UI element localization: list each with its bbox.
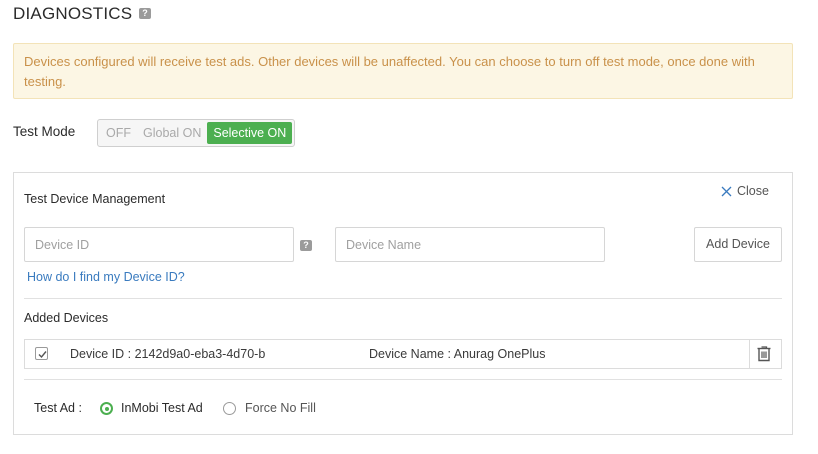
test-mode-option-selective-on[interactable]: Selective ON: [207, 122, 293, 144]
test-mode-label: Test Mode: [13, 124, 76, 139]
close-label: Close: [737, 184, 769, 198]
test-mode-option-global-on[interactable]: Global ON: [137, 122, 207, 144]
inmobi-test-ad-label[interactable]: InMobi Test Ad: [121, 401, 203, 415]
help-icon[interactable]: ?: [300, 240, 312, 251]
test-mode-toggle: OFF Global ON Selective ON: [97, 119, 295, 147]
added-devices-label: Added Devices: [24, 311, 109, 325]
trash-icon[interactable]: [756, 345, 772, 367]
device-name-value: Device Name : Anurag OnePlus: [369, 347, 546, 361]
add-device-button[interactable]: Add Device: [694, 227, 782, 262]
page-title: DIAGNOSTICS: [13, 4, 133, 23]
device-id-value: Device ID : 2142d9a0-eba3-4d70-b: [70, 347, 266, 361]
test-device-management-panel: [13, 172, 793, 435]
help-icon[interactable]: ?: [139, 8, 151, 19]
close-icon: [721, 186, 732, 197]
close-button[interactable]: Close: [721, 184, 769, 198]
inmobi-test-ad-radio[interactable]: [100, 402, 113, 415]
check-icon: [38, 351, 47, 359]
device-id-input[interactable]: [24, 227, 294, 262]
test-ad-label: Test Ad :: [34, 401, 82, 415]
test-mode-option-off[interactable]: OFF: [100, 122, 137, 144]
force-no-fill-radio[interactable]: [223, 402, 236, 415]
find-device-id-link[interactable]: How do I find my Device ID?: [27, 270, 185, 284]
row-separator: [749, 340, 750, 368]
device-checkbox[interactable]: [35, 347, 48, 360]
divider: [24, 298, 782, 299]
device-name-input[interactable]: [335, 227, 605, 262]
force-no-fill-label[interactable]: Force No Fill: [245, 401, 316, 415]
divider: [24, 379, 782, 380]
info-notice: Devices configured will receive test ads…: [13, 43, 793, 99]
panel-title: Test Device Management: [24, 192, 166, 206]
